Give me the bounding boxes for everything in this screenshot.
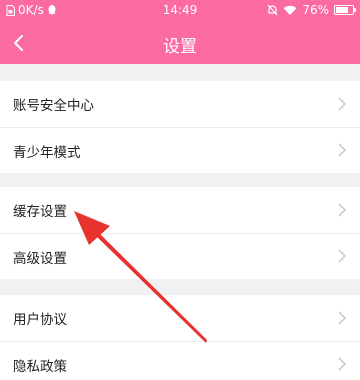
chevron-right-icon xyxy=(338,249,346,263)
battery-cap xyxy=(354,8,356,12)
settings-item-account-security[interactable]: 账号安全中心 xyxy=(0,81,360,127)
settings-item-advanced[interactable]: 高级设置 xyxy=(0,234,360,279)
settings-item-label: 青少年模式 xyxy=(13,145,81,161)
settings-item-label: 高级设置 xyxy=(13,251,67,267)
settings-item-user-agreement[interactable]: 用户协议 xyxy=(0,295,360,341)
wifi-icon xyxy=(283,5,297,15)
status-bar: 0K/s 14:49 76% xyxy=(0,0,360,22)
battery-percent: 76% xyxy=(302,3,329,17)
battery-icon xyxy=(334,5,356,15)
chevron-right-icon xyxy=(338,97,346,111)
settings-item-label: 账号安全中心 xyxy=(13,98,94,114)
settings-item-label: 用户协议 xyxy=(13,312,67,328)
settings-item-teen-mode[interactable]: 青少年模式 xyxy=(0,128,360,173)
chevron-right-icon xyxy=(338,357,346,371)
battery-fill xyxy=(336,7,349,13)
page-title: 设置 xyxy=(163,37,197,57)
chevron-right-icon xyxy=(338,311,346,325)
chevron-right-icon xyxy=(338,203,346,217)
chevron-right-icon xyxy=(338,143,346,157)
status-right: 76% xyxy=(267,3,356,17)
settings-item-privacy-policy[interactable]: 隐私政策 xyxy=(0,342,360,380)
mute-icon xyxy=(267,4,278,16)
title-bar: 设置 xyxy=(0,22,360,64)
settings-item-label: 缓存设置 xyxy=(13,204,67,220)
settings-item-cache[interactable]: 缓存设置 xyxy=(0,187,360,233)
settings-item-label: 隐私政策 xyxy=(13,359,67,375)
